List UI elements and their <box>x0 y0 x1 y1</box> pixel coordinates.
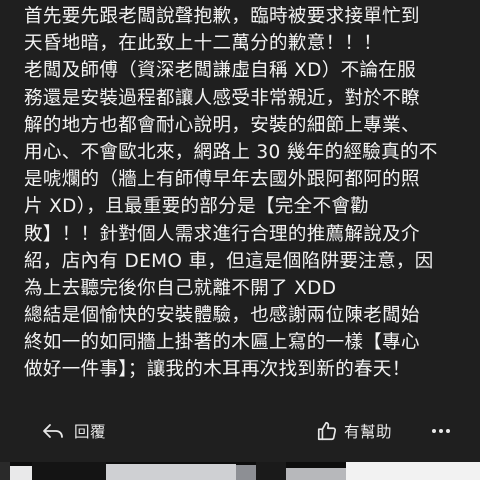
review-line: 天昏地暗，在此致上十二萬分的歉意！！！ <box>24 33 383 55</box>
photo-fragment <box>10 466 32 480</box>
review-line: 用心、不會歐北來，網路上 30 幾年的經驗真的不 <box>24 141 438 163</box>
photo-fragment <box>32 462 106 480</box>
photo-fragment <box>0 462 10 480</box>
photo-fragment <box>106 464 236 480</box>
reply-arrow-icon <box>42 423 64 439</box>
review-line: 片 XD），且最重要的部分是【完全不會勸 <box>24 196 370 218</box>
more-options-button[interactable] <box>424 414 458 448</box>
review-line: 紹，店內有 DEMO 車，但這是個陷阱要注意，因 <box>24 250 434 272</box>
photo-fragment <box>346 462 480 480</box>
review-line: 務還是安裝過程都讓人感受非常親近，對於不瞭 <box>24 87 420 109</box>
thumbs-up-icon <box>316 420 338 442</box>
review-line: 敗】！！針對個人需求進行合理的推薦解說及介 <box>24 223 420 245</box>
review-line: 為上去聽完後你自己就離不開了 XDD <box>24 277 337 299</box>
reply-label: 回覆 <box>74 423 107 441</box>
review-line: 總結是個愉快的安裝體驗，也感謝兩位陳老闆始 <box>24 305 420 327</box>
review-line: 是唬爛的（牆上有師傅早年去國外跟阿都阿的照 <box>24 169 420 191</box>
review-screen: 首先要先跟老闆說聲抱歉，臨時被要求接單忙到 天昏地暗，在此致上十二萬分的歉意！！… <box>0 0 480 480</box>
more-horizontal-icon <box>431 428 451 434</box>
helpful-button[interactable]: 有幫助 <box>316 414 392 448</box>
review-card: 首先要先跟老闆說聲抱歉，臨時被要求接單忙到 天昏地暗，在此致上十二萬分的歉意！！… <box>0 0 480 462</box>
review-line: 首先要先跟老闆說聲抱歉，臨時被要求接單忙到 <box>24 6 420 27</box>
review-line: 解的地方也都會耐心說明，安裝的細節上專業、 <box>24 114 420 136</box>
review-line: 終如一的如同牆上掛著的木匾上寫的一樣【專心 <box>24 332 420 354</box>
review-body: 首先要先跟老闆說聲抱歉，臨時被要求接單忙到 天昏地暗，在此致上十二萬分的歉意！！… <box>24 0 464 400</box>
review-photo-strip[interactable] <box>0 462 480 480</box>
review-line: 做好一件事】；讓我的木耳再次找到新的春天！ <box>24 359 411 381</box>
review-action-bar: 回覆 有幫助 <box>20 412 460 450</box>
photo-fragment <box>286 468 346 480</box>
review-line: 老闆及師傅（資深老闆謙虛自稱 XD）不論在服 <box>24 60 417 82</box>
reply-button[interactable]: 回覆 <box>42 414 106 448</box>
photo-fragment <box>256 462 286 480</box>
photo-fragment <box>236 465 256 480</box>
helpful-label: 有幫助 <box>344 423 393 441</box>
